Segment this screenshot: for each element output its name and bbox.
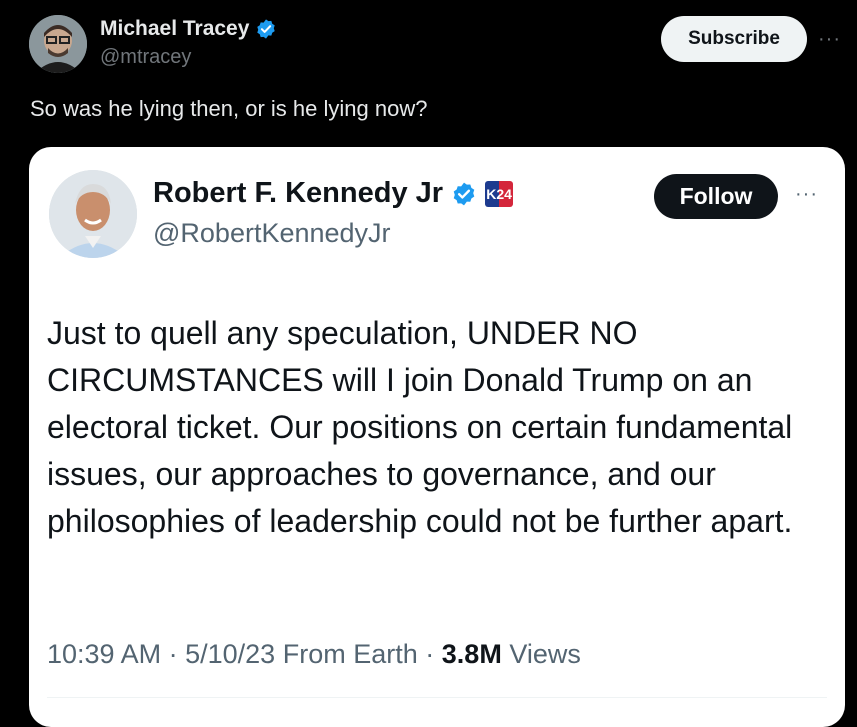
divider — [47, 697, 827, 698]
verified-badge-icon — [257, 19, 276, 39]
quoted-tweet-text: Just to quell any speculation, UNDER NO … — [47, 315, 793, 539]
author-avatar[interactable] — [29, 15, 87, 73]
views-count[interactable]: 3.8M — [442, 639, 502, 669]
tweet-time[interactable]: 10:39 AM — [47, 639, 161, 669]
tweet-text: So was he lying then, or is he lying now… — [30, 96, 428, 121]
more-icon[interactable]: ··· — [795, 183, 818, 206]
author-handle[interactable]: @mtracey — [100, 46, 191, 69]
subscribe-button[interactable]: Subscribe — [661, 16, 807, 62]
more-icon[interactable]: ··· — [818, 28, 841, 51]
quoted-tweet-card[interactable]: Robert F. Kennedy Jr K24 @RobertKennedyJ… — [29, 147, 845, 727]
meta-separator: · — [168, 639, 178, 669]
quoted-author-handle[interactable]: @RobertKennedyJr — [153, 218, 391, 249]
verified-badge-icon — [453, 182, 475, 205]
tweet-source: From Earth — [282, 639, 418, 669]
quoted-author-name[interactable]: Robert F. Kennedy Jr — [153, 177, 443, 210]
quoted-tweet-meta: 10:39 AM · 5/10/23 From Earth · 3.8M Vie… — [47, 639, 581, 670]
quoted-author-avatar[interactable] — [49, 170, 137, 258]
k24-badge-icon[interactable]: K24 — [485, 180, 514, 207]
meta-separator: · — [425, 639, 435, 669]
quoted-author-name-row[interactable]: Robert F. Kennedy Jr K24 — [153, 177, 514, 210]
tweet-date[interactable]: 5/10/23 — [185, 639, 275, 669]
author-name[interactable]: Michael Tracey — [100, 17, 249, 41]
author-name-row[interactable]: Michael Tracey — [100, 17, 277, 41]
views-label[interactable]: Views — [509, 639, 581, 669]
follow-button[interactable]: Follow — [654, 174, 778, 219]
